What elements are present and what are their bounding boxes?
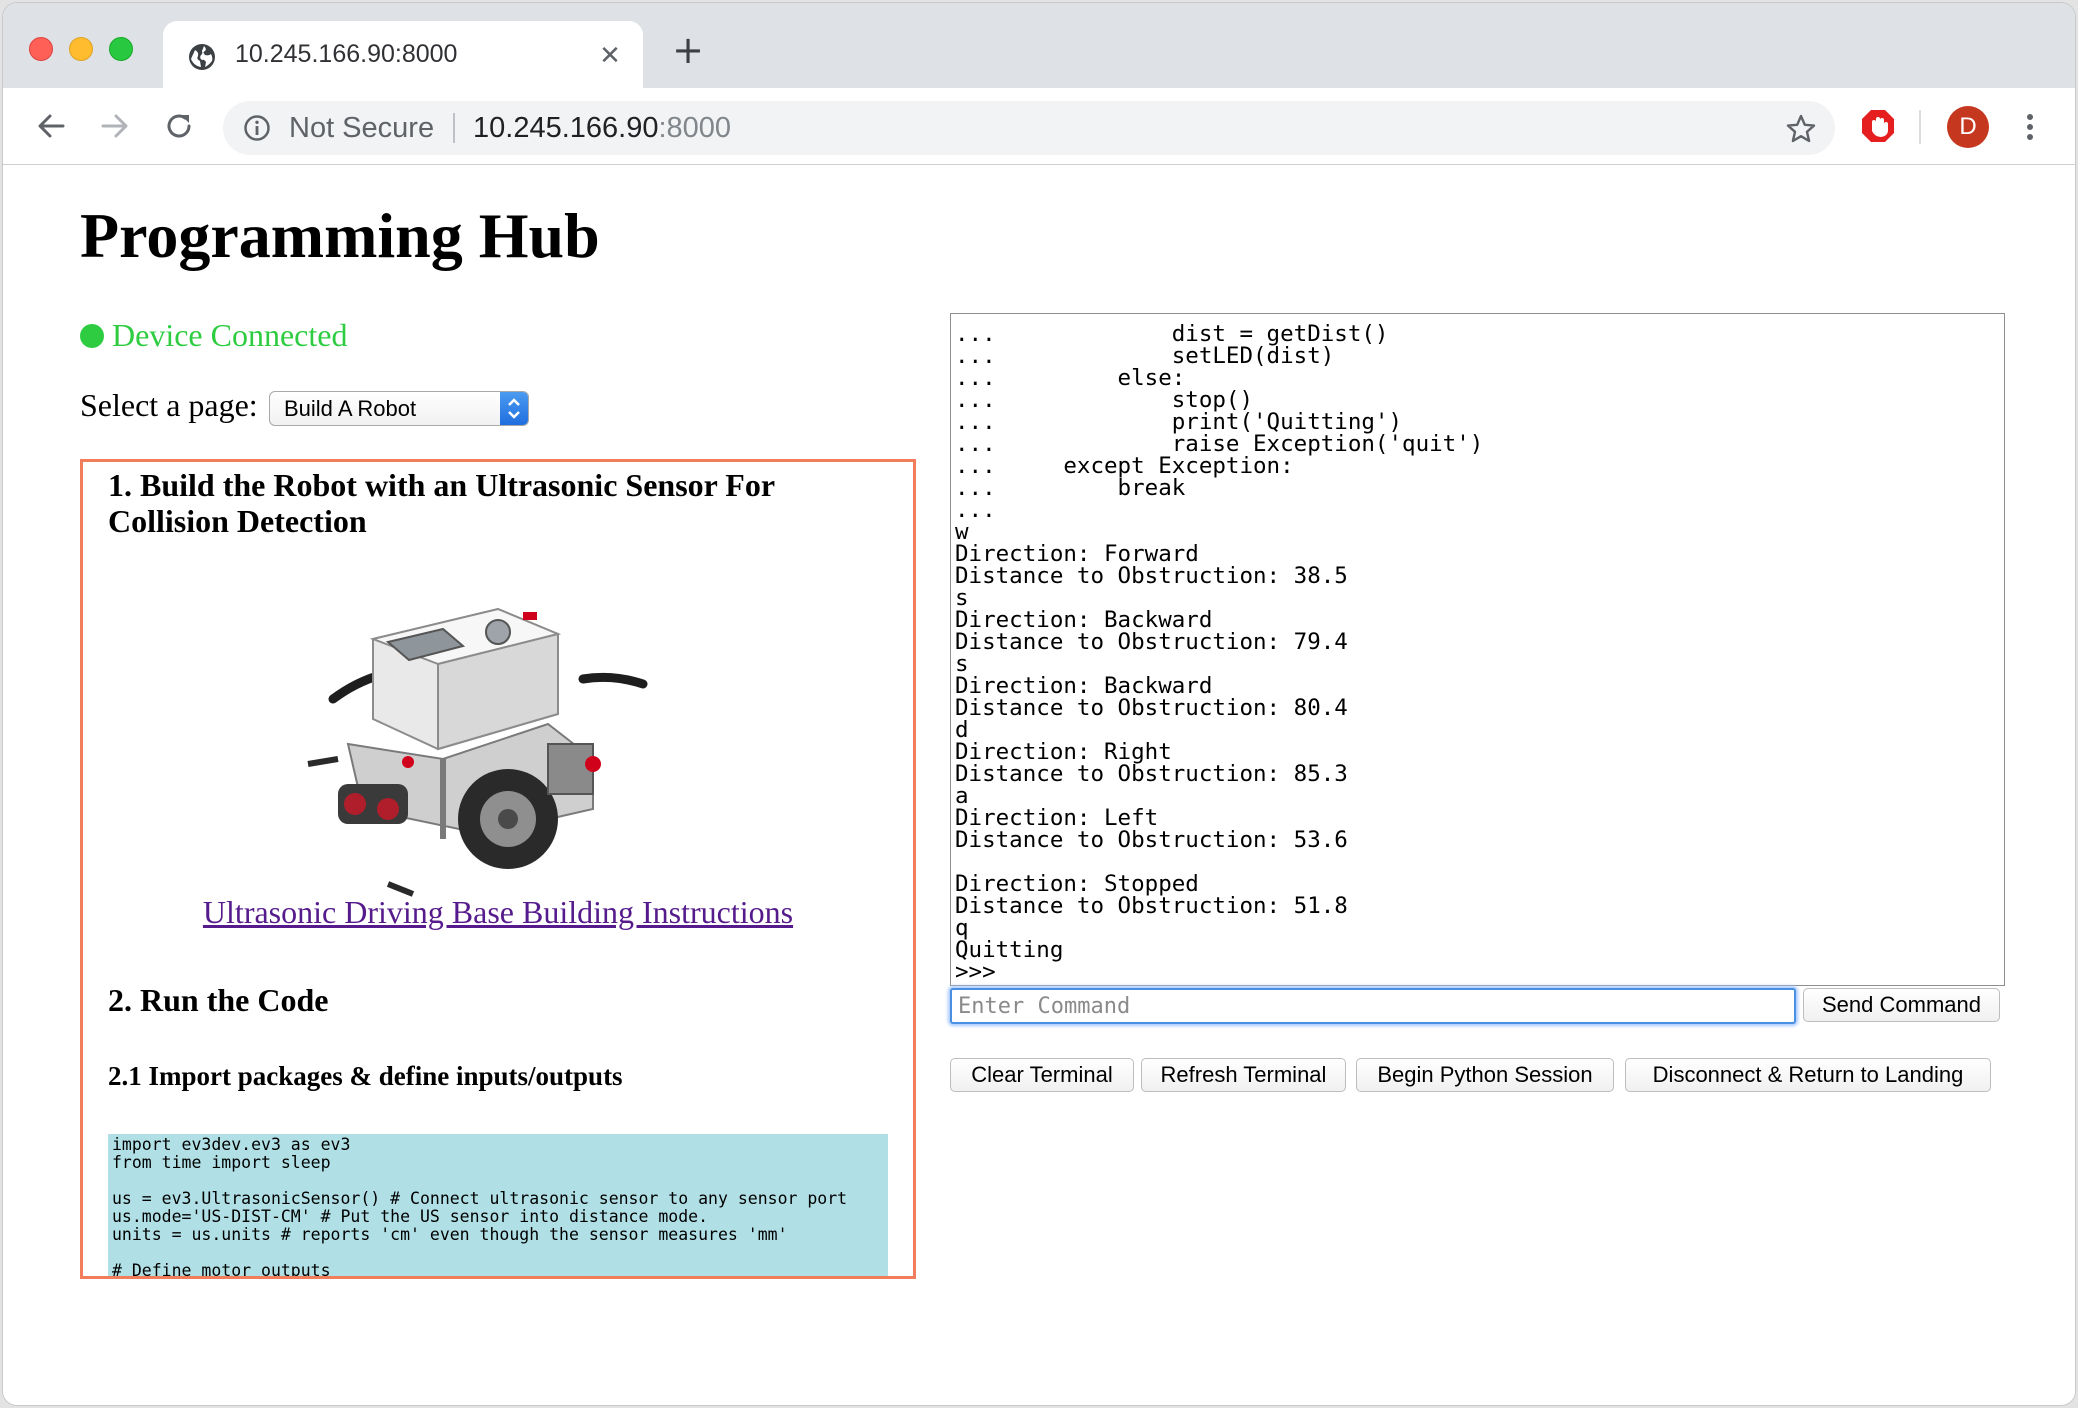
select-arrows-icon [500, 392, 528, 425]
three-dots-menu-icon[interactable] [2018, 106, 2042, 148]
send-command-button[interactable]: Send Command [1803, 988, 2000, 1022]
tab-strip: 10.245.166.90:8000 ✕ + [3, 3, 2075, 88]
plus-icon[interactable]: + [671, 31, 705, 69]
build-heading: 1. Build the Robot with an Ultrasonic Se… [108, 467, 775, 539]
building-instructions-link[interactable]: Ultrasonic Driving Base Building Instruc… [83, 894, 913, 931]
url-host: 10.245.166.90 [473, 112, 659, 144]
address-divider [453, 113, 455, 143]
status-text: Device Connected [112, 317, 348, 353]
toolbar-divider [1919, 110, 1921, 144]
browser-tab[interactable]: 10.245.166.90:8000 ✕ [163, 21, 643, 88]
instruction-panel[interactable]: 1. Build the Robot with an Ultrasonic Se… [80, 459, 916, 1279]
back-arrow-icon[interactable] [31, 106, 71, 146]
tab-title: 10.245.166.90:8000 [235, 40, 458, 68]
avatar[interactable]: D [1947, 106, 1989, 148]
page-title: Programming Hub [80, 200, 600, 271]
close-icon[interactable]: ✕ [595, 41, 625, 71]
close-window-button[interactable] [29, 37, 53, 61]
star-icon[interactable] [1785, 113, 1817, 145]
globe-icon [189, 44, 215, 70]
browser-window: 10.245.166.90:8000 ✕ + Not Secure 10.245… [3, 3, 2075, 1405]
address-bar[interactable]: Not Secure 10.245.166.90:8000 [223, 101, 1835, 155]
import-packages-heading: 2.1 Import packages & define inputs/outp… [108, 1061, 623, 1091]
forward-arrow-icon[interactable] [95, 106, 135, 146]
status-dot-icon [80, 324, 104, 348]
begin-python-session-button[interactable]: Begin Python Session [1356, 1058, 1614, 1092]
robot-image [307, 607, 648, 897]
minimize-window-button[interactable] [69, 37, 93, 61]
stop-hand-icon[interactable] [1860, 108, 1896, 144]
page-content: Programming Hub Device Connected Select … [3, 165, 2075, 1405]
clear-terminal-button[interactable]: Clear Terminal [950, 1058, 1134, 1092]
terminal-output[interactable]: ... dist = getDist() ... setLED(dist) ..… [950, 313, 2005, 986]
url-text[interactable]: 10.245.166.90:8000 [473, 112, 731, 145]
run-code-heading: 2. Run the Code [108, 982, 329, 1018]
toolbar: Not Secure 10.245.166.90:8000 D [3, 88, 2075, 165]
terminal-text: ... dist = getDist() ... setLED(dist) ..… [955, 321, 1484, 985]
command-input[interactable] [950, 988, 1796, 1024]
refresh-terminal-button[interactable]: Refresh Terminal [1141, 1058, 1346, 1092]
page-select-label: Select a page: [80, 387, 258, 423]
code-block: import ev3dev.ev3 as ev3 from time impor… [108, 1134, 888, 1276]
security-label[interactable]: Not Secure [289, 112, 434, 145]
reload-icon[interactable] [159, 106, 199, 146]
connection-status: Device Connected [80, 317, 347, 354]
url-port: :8000 [658, 112, 732, 144]
disconnect-button[interactable]: Disconnect & Return to Landing [1625, 1058, 1991, 1092]
page-select-value: Build A Robot [284, 396, 417, 421]
page-select[interactable]: Build A Robot [269, 391, 529, 426]
maximize-window-button[interactable] [109, 37, 133, 61]
info-icon[interactable] [243, 114, 271, 142]
